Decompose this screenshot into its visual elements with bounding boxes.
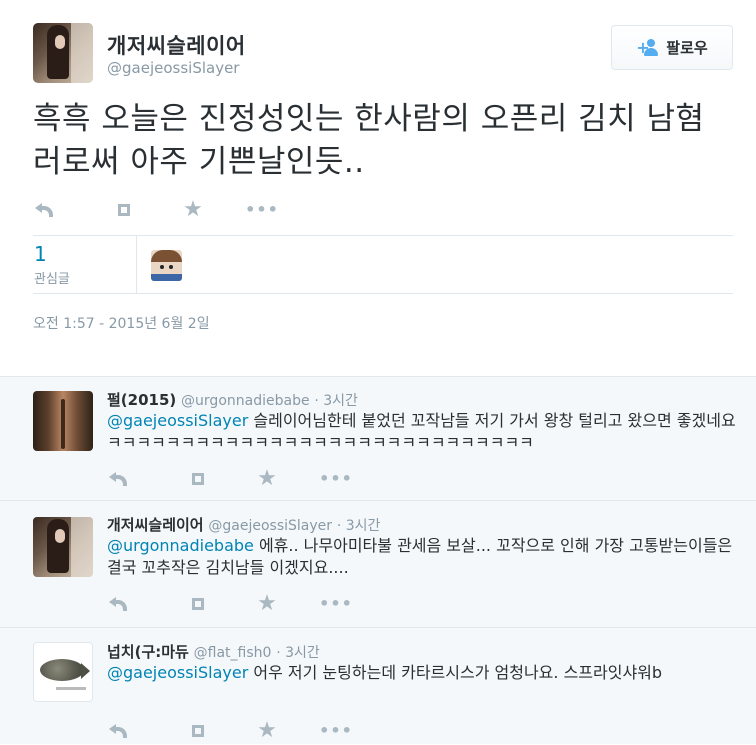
tweet-stats: 1 관심글: [33, 236, 733, 293]
reply-header: 넙치(구:마듀 @flat_fish0 · 3시간: [107, 641, 320, 662]
reply-icon: [109, 724, 127, 738]
reply-avatar[interactable]: [33, 642, 93, 702]
retweet-icon: [190, 723, 206, 739]
reply-time[interactable]: · 3시간: [276, 645, 320, 661]
reply-time[interactable]: · 3시간: [337, 518, 381, 534]
reply-mention[interactable]: @urgonnadiebabe: [107, 536, 254, 555]
reply-actions: ★ •••: [109, 466, 391, 491]
reply-text: @gaejeossiSlayer 어우 저기 눈팅하는데 카타르시스가 엄청나요…: [107, 662, 737, 684]
author-name[interactable]: 개저씨슬레이어: [107, 30, 246, 60]
retweet-button[interactable]: [116, 202, 132, 218]
reply-author-name[interactable]: 개저씨슬레이어: [107, 516, 204, 534]
more-icon: •••: [319, 469, 353, 488]
reply-avatar[interactable]: [33, 391, 93, 451]
star-icon: ★: [183, 197, 203, 222]
favorites-count[interactable]: 1: [34, 242, 47, 266]
divider: [33, 293, 733, 294]
reply-avatar[interactable]: [33, 517, 93, 577]
favoriter-avatar[interactable]: [151, 250, 182, 281]
stat-separator: [136, 236, 137, 293]
reply-author-handle[interactable]: @gaejeossiSlayer: [208, 518, 332, 534]
more-icon: •••: [319, 594, 353, 613]
tweet-text: 흑흑 오늘은 진정성잇는 한사람의 오픈리 김치 남혐러로써 아주 기쁜날인듯.…: [33, 101, 705, 180]
retweet-icon: [116, 202, 132, 218]
reply-button[interactable]: [35, 202, 53, 218]
reply-actions: ★ •••: [109, 718, 391, 743]
reply-icon: [35, 203, 53, 217]
reply-button[interactable]: [109, 596, 127, 612]
star-icon: ★: [257, 591, 277, 616]
retweet-icon: [190, 596, 206, 612]
reply-header: 개저씨슬레이어 @gaejeossiSlayer · 3시간: [107, 514, 380, 535]
follow-user-icon: +: [636, 38, 659, 57]
favorite-button[interactable]: ★: [257, 591, 277, 616]
reply-author-handle[interactable]: @flat_fish0: [194, 645, 272, 661]
reply-item[interactable]: 펄(2015) @urgonnadiebabe · 3시간 @gaejeossi…: [0, 377, 756, 501]
retweet-button[interactable]: [190, 596, 206, 612]
reply-actions: ★ •••: [109, 591, 391, 616]
reply-icon: [109, 472, 127, 486]
favorite-button[interactable]: ★: [183, 197, 203, 222]
reply-button[interactable]: [109, 471, 127, 487]
favorite-button[interactable]: ★: [257, 718, 277, 743]
retweet-button[interactable]: [190, 471, 206, 487]
star-icon: ★: [257, 466, 277, 491]
follow-button[interactable]: + 팔로우: [611, 25, 733, 70]
author-handle[interactable]: @gaejeossiSlayer: [107, 59, 239, 77]
reply-author-name[interactable]: 펄(2015): [107, 391, 176, 409]
favorites-label[interactable]: 관심글: [34, 268, 70, 287]
reply-mention[interactable]: @gaejeossiSlayer: [107, 663, 248, 682]
reply-mention[interactable]: @gaejeossiSlayer: [107, 411, 248, 430]
more-button[interactable]: •••: [319, 723, 352, 739]
reply-icon: [109, 597, 127, 611]
author-avatar[interactable]: [33, 23, 93, 83]
reply-header: 펄(2015) @urgonnadiebabe · 3시간: [107, 389, 358, 410]
reply-button[interactable]: [109, 723, 127, 739]
star-icon: ★: [257, 718, 277, 743]
reply-text: @gaejeossiSlayer 슬레이어님한테 붙었던 꼬작남들 저기 가서 …: [107, 410, 737, 454]
reply-item[interactable]: 넙치(구:마듀 @flat_fish0 · 3시간 @gaejeossiSlay…: [0, 629, 756, 745]
follow-button-label: 팔로우: [666, 39, 708, 57]
more-button[interactable]: •••: [245, 202, 278, 218]
reply-author-name[interactable]: 넙치(구:마듀: [107, 643, 189, 661]
more-icon: •••: [245, 200, 279, 219]
tweet-actions: ★ •••: [35, 197, 317, 222]
reply-body: 어우 저기 눈팅하는데 카타르시스가 엄청나요. 스프라잇샤워b: [248, 663, 663, 682]
more-button[interactable]: •••: [319, 471, 352, 487]
tweet-detail: 개저씨슬레이어 @gaejeossiSlayer + 팔로우 흑흑 오늘은 진정…: [0, 0, 756, 376]
reply-time[interactable]: · 3시간: [314, 393, 358, 409]
replies-list: 펄(2015) @urgonnadiebabe · 3시간 @gaejeossi…: [0, 376, 756, 744]
retweet-icon: [190, 471, 206, 487]
more-button[interactable]: •••: [319, 596, 352, 612]
more-icon: •••: [319, 721, 353, 740]
reply-author-handle[interactable]: @urgonnadiebabe: [181, 393, 310, 409]
tweet-timestamp: 오전 1:57 - 2015년 6월 2일: [33, 316, 210, 332]
reply-item[interactable]: 개저씨슬레이어 @gaejeossiSlayer · 3시간 @urgonnad…: [0, 502, 756, 628]
favorite-button[interactable]: ★: [257, 466, 277, 491]
retweet-button[interactable]: [190, 723, 206, 739]
reply-text: @urgonnadiebabe 에휴.. 나무아미타불 관세음 보살... 꼬작…: [107, 535, 737, 579]
